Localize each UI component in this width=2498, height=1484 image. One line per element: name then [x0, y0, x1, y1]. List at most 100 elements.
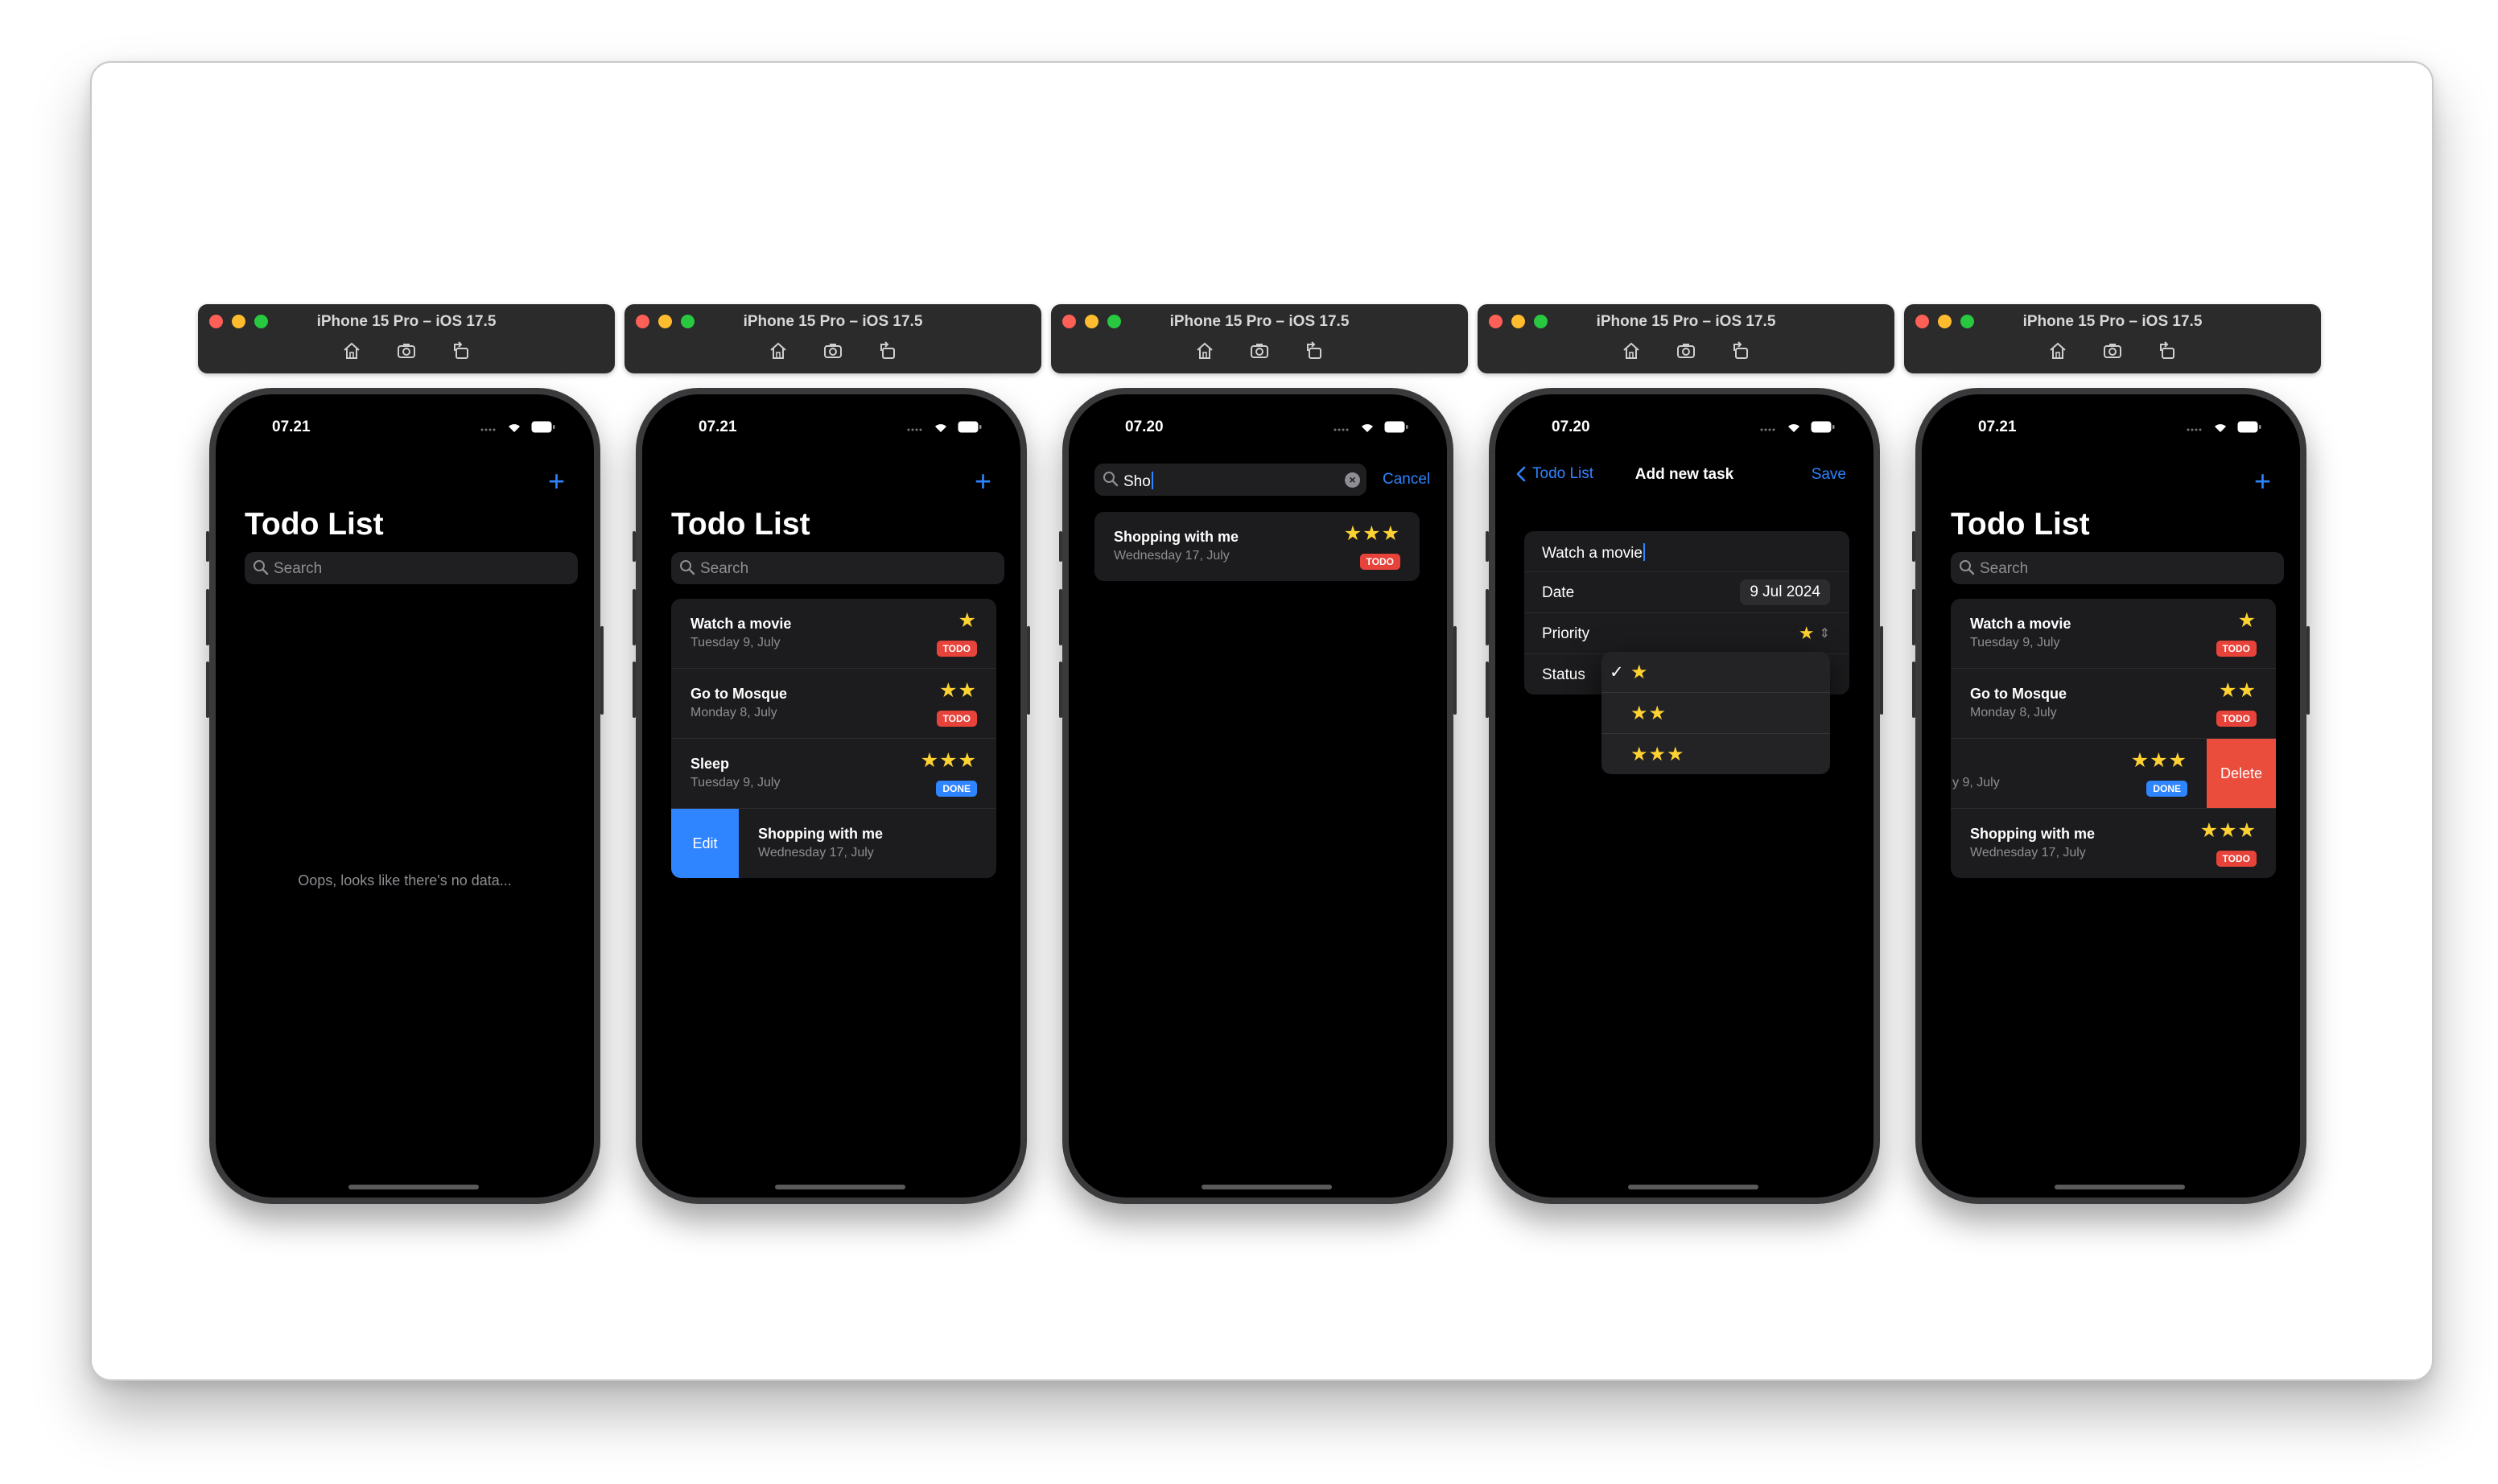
rotate-icon[interactable]	[1304, 341, 1325, 361]
status-time: 07.21	[699, 418, 737, 435]
screenshot-icon[interactable]	[822, 341, 843, 361]
task-row[interactable]: Shopping with me Wednesday 17, July ★★★ …	[1094, 512, 1420, 581]
task-date: Wednesday 17, July	[1970, 846, 2086, 859]
priority-label: Priority	[1542, 625, 1590, 642]
menu-option[interactable]: ★★★	[1601, 734, 1830, 774]
status-badge: TODO	[1359, 554, 1400, 570]
search-placeholder: Search	[700, 560, 749, 577]
simulator-window-5: iPhone 15 Pro – iOS 17.5 07.21 + Todo Li…	[1904, 304, 2321, 1214]
wifi-icon	[1362, 424, 1373, 432]
phone-screen: 07.20 Sho × Cancel Shopping with me Wedn…	[1069, 394, 1447, 1198]
add-task-button[interactable]: +	[2254, 467, 2271, 496]
rotate-icon[interactable]	[1730, 341, 1751, 361]
task-row[interactable]: Watch a movie Tuesday 9, July ★ TODO	[671, 599, 996, 669]
status-bar: 07.20	[1495, 417, 1874, 441]
iphone-device: 07.20 Sho × Cancel Shopping with me Wedn…	[1059, 388, 1457, 1204]
home-indicator[interactable]	[775, 1185, 905, 1189]
screenshot-icon[interactable]	[396, 341, 417, 361]
status-bar: 07.21	[1922, 417, 2300, 441]
simulator-window-1: iPhone 15 Pro – iOS 17.5 07.21 + Todo Li…	[198, 304, 615, 1214]
priority-stars: ★★	[939, 679, 977, 702]
task-name-field[interactable]: Watch a movie	[1524, 531, 1849, 572]
page-title: Todo List	[1951, 507, 2090, 542]
task-date: Tuesday 9, July	[1970, 636, 2060, 649]
simulator-titlebar: iPhone 15 Pro – iOS 17.5	[198, 304, 615, 373]
search-icon	[1960, 560, 1975, 575]
home-icon[interactable]	[1194, 341, 1215, 361]
task-date: Wednesday 17, July	[758, 846, 874, 859]
clear-search-icon[interactable]: ×	[1345, 472, 1360, 488]
wifi-icon	[509, 424, 520, 432]
screenshot-icon[interactable]	[2102, 341, 2123, 361]
task-row[interactable]: Watch a movie Tuesday 9, July ★ TODO	[1951, 599, 2276, 669]
home-icon[interactable]	[341, 341, 362, 361]
priority-stars: ★★★	[2130, 749, 2187, 772]
status-badge: TODO	[2216, 711, 2257, 727]
task-name-value: Watch a movie	[1542, 545, 1643, 562]
cancel-search-button[interactable]: Cancel	[1383, 471, 1430, 488]
home-icon[interactable]	[2047, 341, 2068, 361]
simulator-titlebar: iPhone 15 Pro – iOS 17.5	[1904, 304, 2321, 373]
date-picker[interactable]: 9 Jul 2024	[1740, 579, 1830, 605]
status-time: 07.20	[1125, 418, 1164, 435]
task-title: Watch a movie	[690, 616, 792, 632]
page-title: Todo List	[245, 507, 384, 542]
screenshot-icon[interactable]	[1249, 341, 1270, 361]
edit-button[interactable]: Edit	[671, 809, 739, 878]
wifi-icon	[935, 424, 946, 432]
status-label: Status	[1542, 666, 1585, 683]
home-indicator[interactable]	[2055, 1185, 2185, 1189]
screenshot-icon[interactable]	[1676, 341, 1696, 361]
empty-state-text: Oops, looks like there's no data...	[298, 872, 512, 888]
search-field[interactable]: Search	[671, 552, 1004, 584]
status-badge: TODO	[936, 641, 977, 657]
status-badge: TODO	[936, 711, 977, 727]
text-cursor	[1643, 543, 1645, 561]
task-date: Monday 8, July	[690, 706, 777, 719]
search-field[interactable]: Search	[245, 552, 578, 584]
search-input-text[interactable]: Sho	[1123, 473, 1151, 490]
rotate-icon[interactable]	[877, 341, 898, 361]
save-button[interactable]: Save	[1812, 466, 1846, 484]
search-field[interactable]: Sho ×	[1094, 464, 1366, 496]
task-title: Sleep	[690, 756, 730, 772]
home-indicator[interactable]	[1202, 1185, 1332, 1189]
status-bar: 07.21	[642, 417, 1020, 441]
rotate-icon[interactable]	[451, 341, 472, 361]
delete-button[interactable]: Delete	[2207, 739, 2276, 808]
iphone-device: 07.21 + Todo List Search Oops, looks lik…	[206, 388, 604, 1204]
add-task-button[interactable]: +	[548, 467, 565, 496]
task-row[interactable]: Go to Mosque Monday 8, July ★★ TODO	[671, 669, 996, 739]
status-badge: TODO	[2216, 851, 2257, 867]
task-title: Shopping with me	[1114, 529, 1239, 545]
status-time: 07.21	[1978, 418, 2017, 435]
task-row[interactable]: Sleep Tuesday 9, July ★★★ DONE	[671, 739, 996, 809]
task-row-swiped[interactable]: Edit Shopping with me Wednesday 17, July…	[671, 809, 996, 878]
simulator-titlebar: iPhone 15 Pro – iOS 17.5	[1051, 304, 1468, 373]
home-indicator[interactable]	[348, 1185, 479, 1189]
home-indicator[interactable]	[1628, 1185, 1758, 1189]
home-icon[interactable]	[1621, 341, 1642, 361]
cellular-icon	[2187, 428, 2202, 431]
screenshot-canvas: iPhone 15 Pro – iOS 17.5 07.21 + Todo Li…	[90, 61, 2434, 1381]
priority-stars: ★★★	[920, 749, 977, 772]
cellular-icon	[1760, 428, 1775, 431]
date-label: Date	[1542, 584, 1575, 601]
rotate-icon[interactable]	[2157, 341, 2178, 361]
home-icon[interactable]	[768, 341, 789, 361]
simulator-title: iPhone 15 Pro – iOS 17.5	[743, 313, 923, 330]
iphone-device: 07.21 + Todo List Search Watch a movie T…	[633, 388, 1030, 1204]
task-row-swiped[interactable]: y 9, July ★★★ DONE Delete	[1951, 739, 2276, 809]
add-task-button[interactable]: +	[975, 467, 991, 496]
priority-picker[interactable]: ★ ⇕	[1799, 623, 1830, 644]
task-row[interactable]: Shopping with me Wednesday 17, July ★★★ …	[1951, 809, 2276, 878]
battery-icon	[531, 421, 555, 432]
task-row[interactable]: Go to Mosque Monday 8, July ★★ TODO	[1951, 669, 2276, 739]
search-field[interactable]: Search	[1951, 552, 2284, 584]
menu-option[interactable]: ✓ ★	[1601, 652, 1830, 693]
phone-screen: 07.21 + Todo List Search Watch a movie T…	[1922, 394, 2300, 1198]
menu-option[interactable]: ★★	[1601, 693, 1830, 734]
menu-option-stars: ★★★	[1630, 744, 1685, 765]
task-title: Go to Mosque	[1970, 686, 2067, 702]
search-icon	[680, 560, 695, 575]
